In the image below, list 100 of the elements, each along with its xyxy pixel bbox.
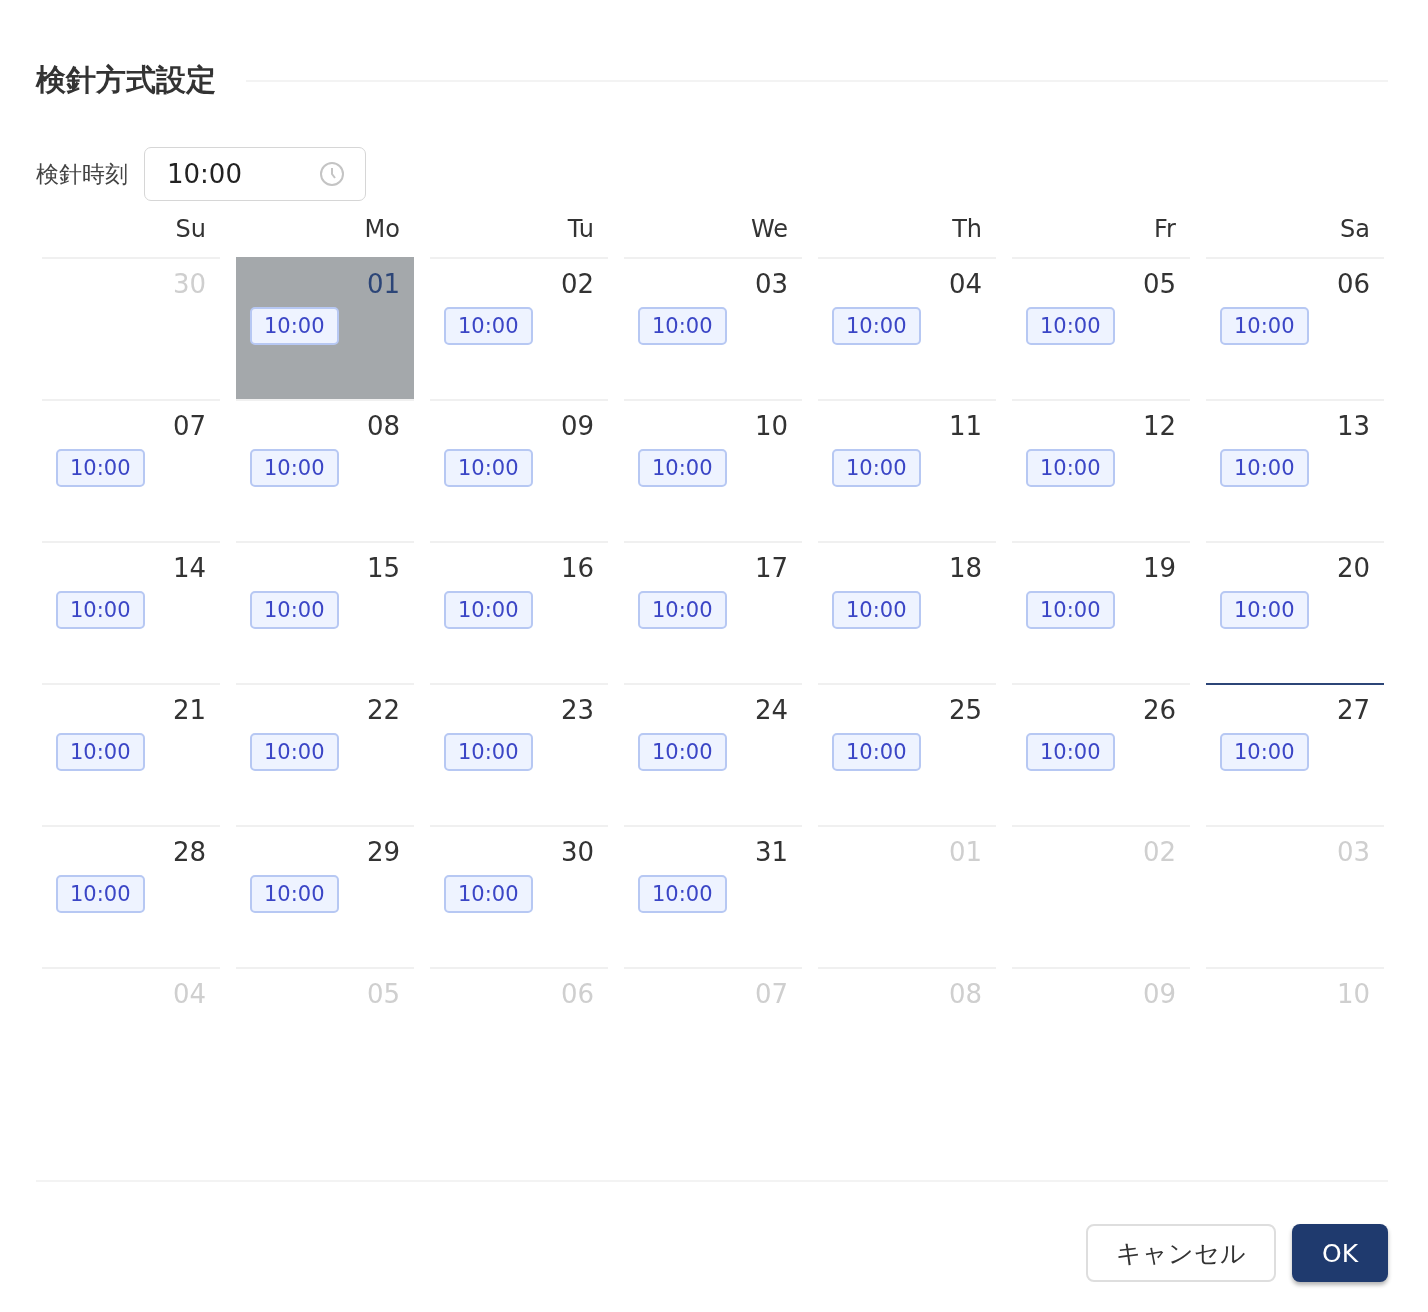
weekday-header: Tu (566, 215, 595, 243)
calendar-day-cell[interactable]: 25 10:00 (818, 683, 996, 825)
calendar-day-cell[interactable]: 11 10:00 (818, 399, 996, 541)
calendar-day-cell[interactable]: 07 10:00 (42, 399, 220, 541)
weekday-header: Mo (363, 215, 401, 243)
event-tag[interactable]: 10:00 (638, 875, 727, 913)
day-number: 03 (754, 269, 788, 299)
event-tag[interactable]: 10:00 (250, 449, 339, 487)
event-tag[interactable]: 10:00 (250, 733, 339, 771)
dialog-title: 検針方式設定 (36, 61, 216, 99)
event-tag[interactable]: 10:00 (638, 307, 727, 345)
calendar-day-cell[interactable]: 03 10:00 (624, 257, 802, 399)
day-number: 07 (172, 411, 206, 441)
calendar-day-cell[interactable]: 19 10:00 (1012, 541, 1190, 683)
day-number: 09 (560, 411, 594, 441)
event-tag[interactable]: 10:00 (832, 733, 921, 771)
day-number: 08 (366, 411, 400, 441)
calendar-day-cell[interactable]: 20 10:00 (1206, 541, 1384, 683)
day-number: 12 (1142, 411, 1176, 441)
calendar-day-cell[interactable]: 04 10:00 (818, 257, 996, 399)
calendar-day-cell[interactable]: 29 10:00 (236, 825, 414, 967)
event-tag[interactable]: 10:00 (56, 591, 145, 629)
day-number: 14 (172, 553, 206, 583)
event-tag[interactable]: 10:00 (1026, 307, 1115, 345)
cancel-button[interactable]: キャンセル (1086, 1224, 1276, 1282)
day-number: 04 (948, 269, 982, 299)
event-tag[interactable]: 10:00 (56, 733, 145, 771)
calendar-day-cell[interactable]: 24 10:00 (624, 683, 802, 825)
weekday-header: Th (951, 215, 983, 243)
calendar-day-cell[interactable]: 22 10:00 (236, 683, 414, 825)
event-tag[interactable]: 10:00 (250, 875, 339, 913)
event-tag[interactable]: 10:00 (444, 591, 533, 629)
day-number: 02 (560, 269, 594, 299)
event-tag[interactable]: 10:00 (250, 307, 339, 345)
calendar-day-cell[interactable]: 31 10:00 (624, 825, 802, 967)
day-number: 21 (172, 695, 206, 725)
event-tag[interactable]: 10:00 (444, 875, 533, 913)
event-tag[interactable]: 10:00 (1026, 733, 1115, 771)
calendar-day-cell[interactable]: 10 10:00 (624, 399, 802, 541)
event-tag[interactable]: 10:00 (638, 733, 727, 771)
day-number: 27 (1336, 695, 1370, 725)
event-tag[interactable]: 10:00 (1026, 449, 1115, 487)
calendar-day-cell[interactable]: 28 10:00 (42, 825, 220, 967)
event-tag[interactable]: 10:00 (444, 449, 533, 487)
day-number: 16 (560, 553, 594, 583)
time-input-field[interactable]: 10:00 (144, 147, 366, 201)
event-tag[interactable]: 10:00 (832, 591, 921, 629)
day-number: 01 (366, 269, 400, 299)
calendar-day-cell[interactable]: 02 10:00 (430, 257, 608, 399)
event-tag[interactable]: 10:00 (1220, 591, 1309, 629)
calendar-day-cell[interactable]: 12 10:00 (1012, 399, 1190, 541)
calendar-day-cell[interactable]: 17 10:00 (624, 541, 802, 683)
ok-button[interactable]: OK (1292, 1224, 1388, 1282)
day-number: 31 (754, 837, 788, 867)
event-tag[interactable]: 10:00 (1220, 733, 1309, 771)
event-tag[interactable]: 10:00 (250, 591, 339, 629)
event-tag[interactable]: 10:00 (56, 875, 145, 913)
calendar-day-cell[interactable]: 30 10:00 (430, 825, 608, 967)
calendar-day-cell[interactable]: 18 10:00 (818, 541, 996, 683)
event-tag[interactable]: 10:00 (444, 307, 533, 345)
day-number: 25 (948, 695, 982, 725)
weekday-header: Su (174, 215, 207, 243)
day-number: 15 (366, 553, 400, 583)
event-tag[interactable]: 10:00 (638, 591, 727, 629)
calendar-day-cell[interactable]: 23 10:00 (430, 683, 608, 825)
event-tag[interactable]: 10:00 (1220, 307, 1309, 345)
day-number: 24 (754, 695, 788, 725)
clock-icon (319, 161, 345, 187)
calendar-day-cell[interactable]: 27 10:00 (1206, 683, 1384, 825)
event-tag[interactable]: 10:00 (1026, 591, 1115, 629)
day-number: 13 (1336, 411, 1370, 441)
event-tag[interactable]: 10:00 (638, 449, 727, 487)
day-number: 17 (754, 553, 788, 583)
day-number: 28 (172, 837, 206, 867)
event-tag[interactable]: 10:00 (1220, 449, 1309, 487)
calendar-day-cell[interactable]: 05 10:00 (1012, 257, 1190, 399)
day-number: 23 (560, 695, 594, 725)
calendar-day-cell[interactable]: 26 10:00 (1012, 683, 1190, 825)
calendar-day-cell[interactable]: 15 10:00 (236, 541, 414, 683)
calendar-day-cell[interactable]: 16 10:00 (430, 541, 608, 683)
calendar-day-cell[interactable]: 06 10:00 (1206, 257, 1384, 399)
day-number: 22 (366, 695, 400, 725)
day-number: 18 (948, 553, 982, 583)
day-number: 30 (560, 837, 594, 867)
calendar-day-cell[interactable]: 13 10:00 (1206, 399, 1384, 541)
event-tag[interactable]: 10:00 (444, 733, 533, 771)
event-tag[interactable]: 10:00 (56, 449, 145, 487)
calendar-day-cell[interactable]: 14 10:00 (42, 541, 220, 683)
day-number: 10 (754, 411, 788, 441)
calendar-day-cell[interactable]: 08 10:00 (236, 399, 414, 541)
day-number: 11 (948, 411, 982, 441)
weekday-header: We (749, 215, 789, 243)
day-number: 19 (1142, 553, 1176, 583)
calendar-day-cell[interactable]: 09 10:00 (430, 399, 608, 541)
calendar-day-cell[interactable]: 01 10:00 (236, 257, 414, 399)
calendar-day-cell[interactable]: 21 10:00 (42, 683, 220, 825)
field-label: 検針時刻 (36, 159, 128, 189)
event-tag[interactable]: 10:00 (832, 449, 921, 487)
event-tag[interactable]: 10:00 (832, 307, 921, 345)
day-number: 06 (1336, 269, 1370, 299)
